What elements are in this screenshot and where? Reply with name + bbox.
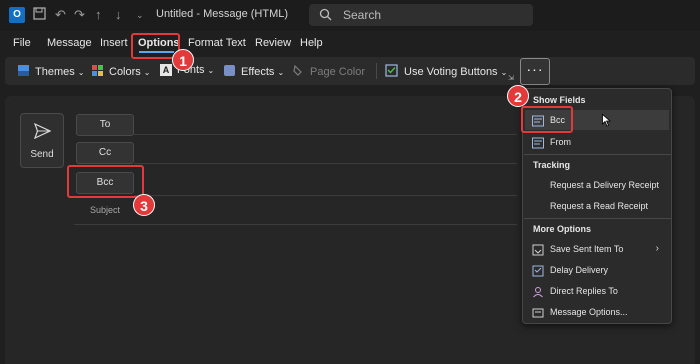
menu-item-direct-replies[interactable]: Direct Replies To [525,281,669,301]
effects-icon [223,64,236,80]
page-color-button[interactable]: Page Color [292,64,365,80]
send-label: Send [30,149,54,160]
voting-icon [385,64,398,80]
chevron-down-icon: ⌄ [77,67,85,77]
to-field-line [134,134,517,135]
colors-button[interactable]: Colors ⌄ [91,64,151,80]
menu-item-message-options[interactable]: Message Options... [525,302,669,322]
customize-toolbar-icon[interactable]: ⌄ [136,7,144,23]
menu-item-from-label: From [550,137,571,147]
page-color-icon [292,64,305,80]
tracking-header: Tracking [533,160,571,170]
tab-format-text[interactable]: Format Text [188,37,246,49]
delay-delivery-label: Delay Delivery [550,265,609,275]
colors-icon [91,64,104,80]
delay-delivery-icon [532,264,544,277]
save-sent-item-label: Save Sent Item To [550,244,624,254]
effects-label: Effects [241,66,275,78]
arrow-up-icon[interactable]: ↑ [95,7,102,23]
chevron-down-icon: ⌄ [277,67,285,77]
themes-label: Themes [35,66,75,78]
mouse-cursor-icon [602,113,612,130]
more-options-header: More Options [533,224,591,234]
menu-separator [524,218,671,219]
step-3-badge: 3 [133,194,155,216]
menu-item-delay-delivery[interactable]: Delay Delivery [525,260,669,280]
themes-button[interactable]: Themes ⌄ [17,64,84,80]
colors-label: Colors [109,66,141,78]
document-title: Untitled - Message (HTML) [156,8,289,20]
bcc-field-line [134,195,517,196]
delivery-receipt-label: Request a Delivery Receipt [550,180,660,190]
step-2-badge: 2 [507,85,529,107]
search-box[interactable] [309,4,533,26]
ribbon-toolbar: Themes ⌄ Colors ⌄ A Fonts ⌄ Effects ⌄ Pa… [5,57,695,85]
use-voting-buttons-button[interactable]: Use Voting Buttons ⌄ [385,64,507,80]
step-1-badge: 1 [172,49,194,71]
page-color-label: Page Color [310,66,366,78]
menu-bar: File Message Insert Options Format Text … [0,31,700,55]
chevron-down-icon: ⌄ [500,67,508,77]
menu-item-read-receipt[interactable]: Request a Read Receipt [525,196,669,216]
menu-item-save-sent-item[interactable]: Save Sent Item To › [525,239,669,259]
subject-label: Subject [90,205,121,215]
message-options-label: Message Options... [550,307,628,317]
outlook-app-icon: O [9,7,25,23]
effects-button[interactable]: Effects ⌄ [223,64,284,80]
to-button[interactable]: To [76,114,134,136]
send-icon [33,122,52,142]
from-field-icon [532,136,544,149]
redo-icon[interactable]: ↷ [74,7,85,23]
chevron-down-icon: ⌄ [143,67,151,77]
search-input[interactable] [343,7,523,23]
show-fields-header: Show Fields [533,95,586,105]
fonts-icon: A [160,64,172,76]
more-commands-button[interactable]: ··· [520,58,550,85]
menu-separator [524,154,671,155]
read-receipt-label: Request a Read Receipt [550,201,649,211]
use-voting-buttons-label: Use Voting Buttons [404,66,498,78]
search-icon [319,8,332,24]
themes-icon [17,64,30,80]
save-icon[interactable] [33,7,46,24]
dialog-launcher-icon[interactable]: ⇲ [508,74,514,82]
save-sent-item-icon [532,243,544,256]
chevron-down-icon: ⌄ [207,65,215,75]
undo-icon[interactable]: ↶ [55,7,66,23]
tab-message[interactable]: Message [47,37,92,49]
menu-item-delivery-receipt[interactable]: Request a Delivery Receipt [525,175,669,195]
ribbon-separator [376,63,377,79]
tab-help[interactable]: Help [300,37,323,49]
bcc-button-highlight [67,165,144,198]
person-icon [532,285,544,298]
cc-button[interactable]: Cc [76,142,134,164]
subject-field-line [74,224,517,225]
direct-replies-label: Direct Replies To [550,286,618,296]
menu-item-from[interactable]: From [525,132,669,152]
send-button[interactable]: Send [20,113,64,168]
cc-field-line [134,163,517,164]
title-bar: O ↶ ↷ ↑ ↓ ⌄ Untitled - Message (HTML) [0,0,700,31]
message-options-icon [532,306,544,318]
chevron-right-icon: › [655,243,659,254]
tab-review[interactable]: Review [255,37,291,49]
arrow-down-icon[interactable]: ↓ [115,7,122,23]
tab-insert[interactable]: Insert [100,37,128,49]
tab-file[interactable]: File [13,37,31,49]
bcc-menu-item-highlight [521,106,573,133]
